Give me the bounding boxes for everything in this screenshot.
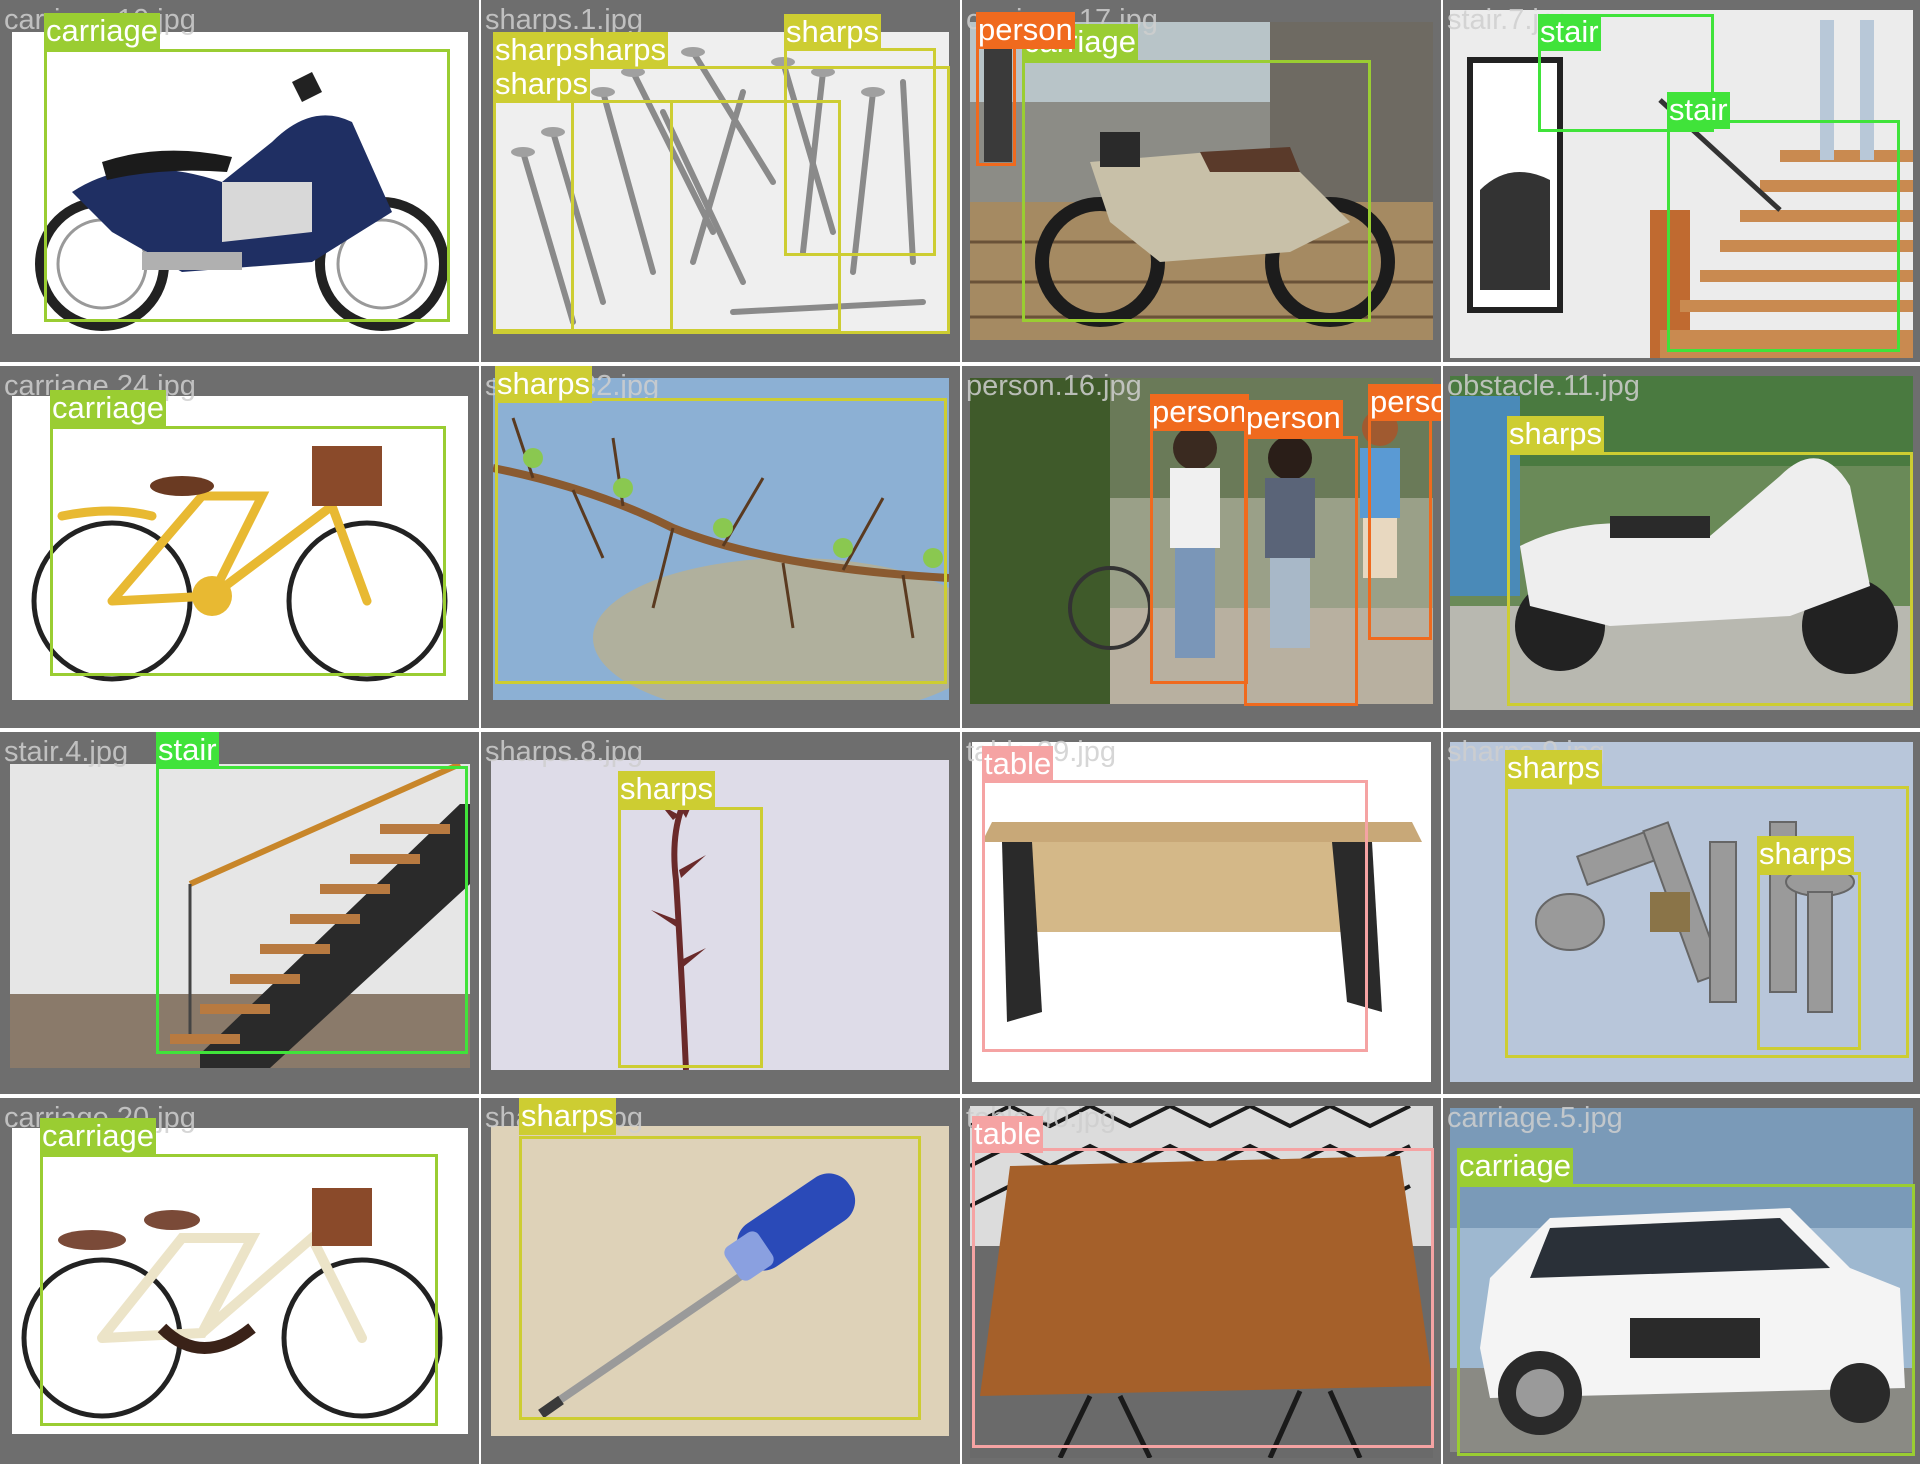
image-tile: stair.7.jpg stair stair: [1443, 0, 1920, 362]
image-tile: carriage.24.jpg carriage: [0, 366, 479, 728]
image-tile: sharps.1.jpg sharps sharps sharps sharps: [481, 0, 960, 362]
image-tile: person.16.jpg person person person: [962, 366, 1441, 728]
image-tile: table.40.jpg table: [962, 1098, 1441, 1464]
image-filename: obstacle.11.jpg: [1447, 370, 1640, 402]
detection-label: sharps: [493, 66, 591, 103]
bounding-box: [1244, 436, 1358, 706]
bounding-box: [495, 398, 947, 684]
detection-label: sharps: [571, 32, 669, 69]
image-tile: sharps.9.jpg sharps sharps: [1443, 732, 1920, 1094]
image-tile: table.39.jpg table: [962, 732, 1441, 1094]
bounding-box: [972, 1148, 1434, 1448]
bounding-box: [976, 46, 1016, 166]
detection-label: sharps: [1505, 750, 1603, 787]
detection-label: sharps: [519, 1098, 617, 1135]
image-tile: sharps.7.jpg sharps: [481, 1098, 960, 1464]
detection-label: sharps: [784, 14, 882, 51]
bounding-box: [1150, 428, 1248, 684]
detection-label: person: [1150, 394, 1249, 431]
image-tile: sharps.8.jpg sharps: [481, 732, 960, 1094]
bounding-box: [156, 766, 468, 1054]
bounding-box: [982, 780, 1368, 1052]
detection-label: table: [972, 1116, 1044, 1153]
detection-label: person: [976, 12, 1075, 49]
detection-label: sharps: [495, 366, 593, 403]
image-tile: carriage.10.jpg carriage: [0, 0, 479, 362]
image-filename: person.16.jpg: [966, 370, 1142, 402]
bounding-box: [1368, 418, 1432, 640]
detection-label: stair: [1667, 92, 1730, 129]
bounding-box: [1022, 60, 1371, 322]
detection-label: carriage: [1457, 1148, 1573, 1185]
bounding-box: [50, 426, 446, 676]
image-tile: stair.4.jpg stair: [0, 732, 479, 1094]
bounding-box: [1507, 452, 1913, 706]
detection-label: carriage: [50, 390, 166, 427]
bounding-box: [44, 49, 450, 322]
image-filename: sharps.8.jpg: [485, 736, 643, 768]
bounding-box: [1667, 120, 1900, 352]
detection-label: person: [1368, 384, 1441, 421]
bounding-box: [1757, 872, 1861, 1050]
image-filename: sharps.1.jpg: [485, 4, 643, 36]
bounding-box: [571, 100, 841, 332]
detection-label: carriage: [40, 1118, 156, 1155]
image-tile: obstacle.11.jpg sharps: [1443, 366, 1920, 728]
detection-label: sharps: [1507, 416, 1605, 453]
image-tile: carriage.5.jpg carriage: [1443, 1098, 1920, 1464]
detection-label: sharps: [618, 771, 716, 808]
image-filename: stair.4.jpg: [4, 736, 129, 768]
image-tile: sharps.32.jpg sharps: [481, 366, 960, 728]
detection-label: carriage: [44, 13, 160, 50]
bounding-box: [519, 1136, 921, 1420]
bounding-box: [1457, 1184, 1915, 1456]
detection-mosaic: carriage.10.jpg carriage: [0, 0, 1920, 1464]
detection-label: table: [982, 746, 1054, 783]
detection-label: person: [1244, 400, 1343, 437]
detection-label: stair: [1538, 14, 1601, 51]
detection-label: sharps: [1757, 836, 1855, 873]
detection-label: stair: [156, 732, 219, 769]
image-tile: carriage.17.jpg carriage person: [962, 0, 1441, 362]
bounding-box: [40, 1154, 438, 1426]
bounding-box: [618, 807, 763, 1068]
image-filename: carriage.5.jpg: [1447, 1102, 1623, 1134]
image-tile: carriage.20.jpg carriage: [0, 1098, 479, 1464]
